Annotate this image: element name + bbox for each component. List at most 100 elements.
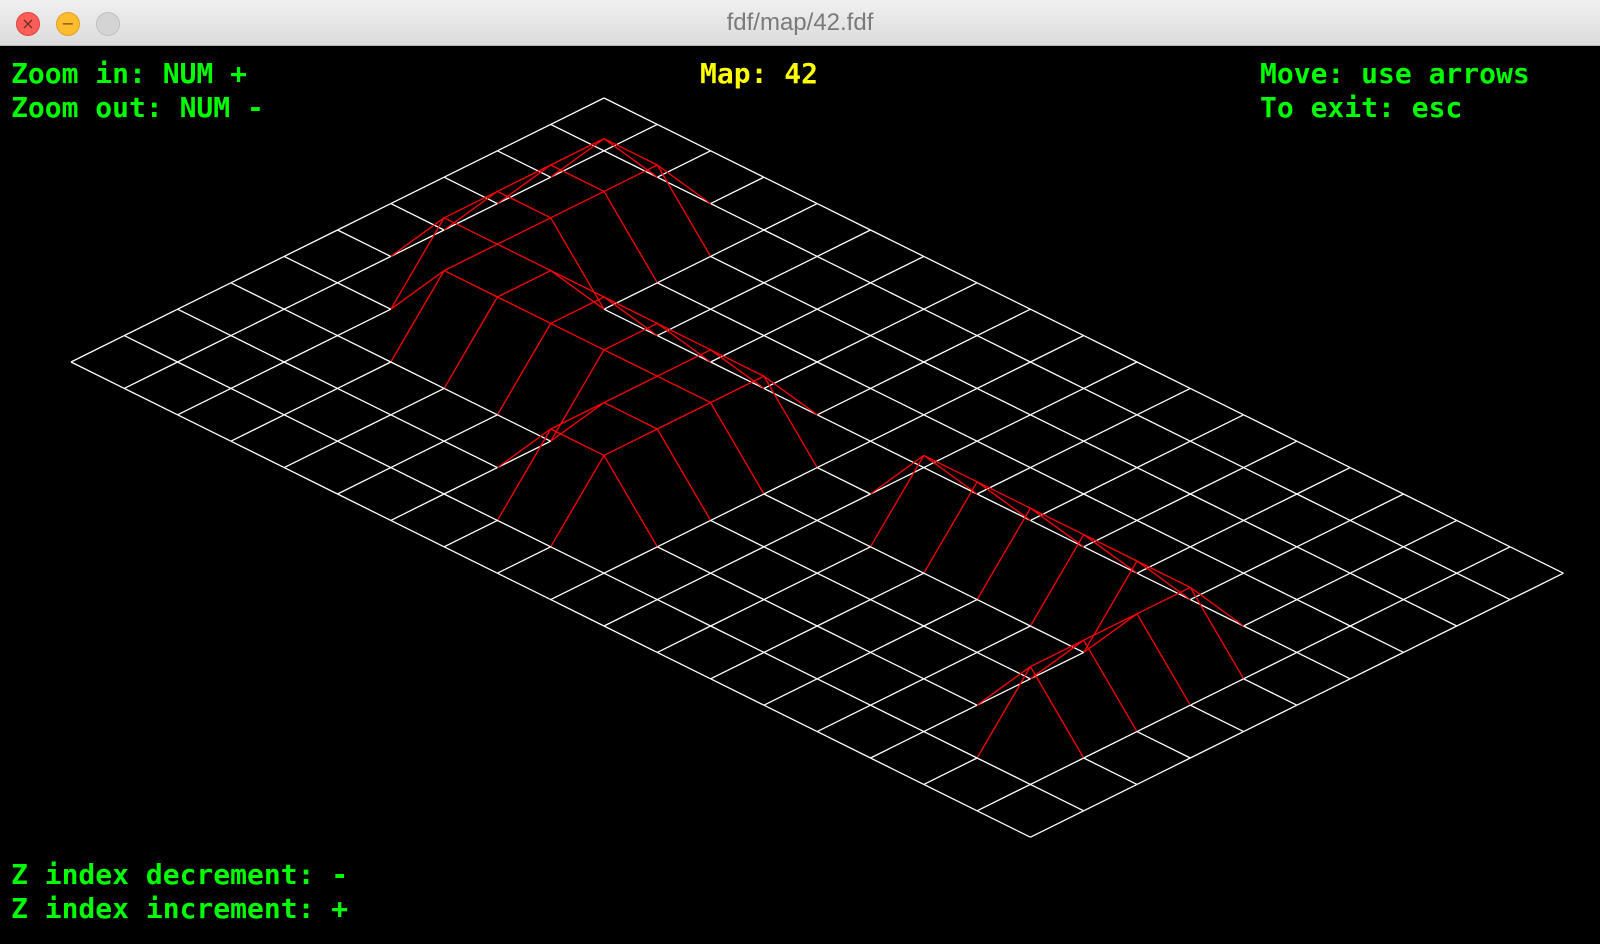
raised-edge: [497, 243, 551, 272]
flat-edge: [763, 546, 818, 574]
flat-edge: [550, 123, 605, 152]
raised-edge: [497, 190, 551, 219]
flat-edge: [230, 335, 285, 363]
flat-edge: [816, 387, 871, 416]
flat-edge: [870, 361, 925, 389]
flat-edge: [1030, 783, 1084, 812]
flat-edge: [1243, 572, 1298, 601]
flat-edge: [1349, 493, 1404, 521]
flat-edge: [763, 229, 818, 257]
flat-edge: [1296, 493, 1351, 521]
flat-edge: [1243, 546, 1298, 574]
flat-edge: [497, 546, 551, 574]
flat-edge: [390, 519, 445, 548]
flat-edge: [177, 387, 232, 416]
flat-edge: [603, 150, 658, 178]
flat-edge: [976, 282, 1031, 310]
flat-edge: [657, 572, 711, 601]
flat-edge: [657, 176, 711, 205]
flat-edge: [1243, 414, 1298, 442]
flat-edge: [390, 440, 445, 469]
flat-edge: [870, 546, 925, 574]
flat-edge: [816, 546, 871, 574]
raised-edge: [550, 190, 605, 219]
flat-edge: [124, 335, 178, 363]
raised-edge: [390, 217, 445, 310]
flat-edge: [337, 255, 392, 284]
raised-edge: [550, 138, 605, 178]
flat-edge: [1083, 519, 1138, 548]
flat-edge: [710, 493, 765, 521]
flat-edge: [816, 678, 871, 706]
flat-edge: [603, 599, 658, 627]
flat-edge: [1243, 519, 1298, 548]
flat-edge: [710, 361, 765, 389]
flat-edge: [1403, 625, 1458, 653]
flat-edge: [1190, 704, 1244, 733]
raised-edge: [550, 270, 605, 298]
flat-edge: [1243, 704, 1298, 733]
raised-edge: [1136, 613, 1191, 706]
flat-edge: [283, 414, 338, 442]
flat-edge: [1030, 308, 1084, 337]
flat-edge: [1190, 546, 1244, 574]
flat-edge: [976, 651, 1031, 680]
flat-edge: [497, 123, 551, 152]
flat-edge: [1190, 414, 1244, 442]
raised-edge: [1083, 560, 1138, 653]
flat-edge: [816, 335, 871, 363]
flat-edge: [976, 493, 1031, 521]
raised-edge: [497, 270, 551, 298]
flat-edge: [763, 519, 818, 548]
flat-edge: [816, 519, 871, 548]
raised-edge: [710, 375, 765, 404]
raised-edge: [976, 666, 1031, 759]
raised-edge: [656, 164, 712, 257]
raised-edge: [550, 138, 605, 166]
flat-edge: [497, 176, 551, 205]
flat-edge: [1403, 599, 1458, 627]
flat-edge: [976, 467, 1031, 495]
flat-edge: [710, 519, 765, 548]
flat-edge: [1083, 440, 1138, 469]
flat-edge: [816, 361, 871, 389]
flat-edge: [763, 467, 818, 495]
flat-edge: [763, 361, 818, 389]
flat-edge: [816, 625, 871, 653]
wireframe-canvas[interactable]: [0, 46, 1600, 944]
raised-edge: [657, 322, 711, 351]
raised-edge: [976, 666, 1031, 706]
flat-edge: [337, 308, 392, 337]
raised-edge: [1083, 613, 1138, 641]
flat-edge: [1403, 546, 1458, 574]
raised-edge: [497, 296, 551, 324]
flat-edge: [1349, 599, 1404, 627]
raised-edge: [976, 481, 1031, 521]
flat-edge: [657, 308, 711, 337]
raised-edge: [1030, 639, 1085, 680]
flat-edge: [1136, 546, 1191, 574]
raised-edge: [497, 428, 552, 469]
flat-edge: [337, 335, 392, 363]
flat-edge: [1083, 467, 1138, 495]
flat-edge: [763, 493, 818, 521]
flat-edge: [870, 599, 925, 627]
flat-edge: [923, 599, 978, 627]
raised-edge: [657, 375, 711, 404]
flat-edge: [1456, 572, 1511, 601]
flat-edge: [710, 678, 765, 706]
flat-edge: [230, 440, 285, 469]
flat-edge: [816, 704, 871, 733]
flat-edge: [1349, 519, 1404, 548]
raised-edge: [1030, 639, 1084, 668]
flat-edge: [603, 625, 658, 653]
flat-edge: [1349, 572, 1404, 601]
raised-edge: [550, 455, 605, 548]
flat-edge: [976, 757, 1031, 785]
flat-edge: [1030, 361, 1084, 389]
flat-edge: [710, 308, 765, 337]
flat-edge: [870, 625, 925, 653]
raised-edge: [923, 481, 978, 574]
flat-edge: [390, 493, 445, 521]
flat-edge: [657, 519, 711, 548]
